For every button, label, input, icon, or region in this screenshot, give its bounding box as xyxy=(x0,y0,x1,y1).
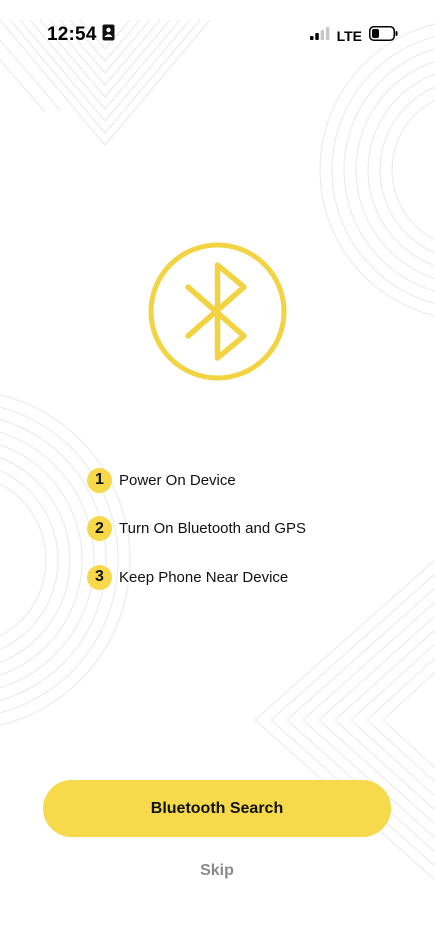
bluetooth-emblem xyxy=(148,242,287,381)
bluetooth-search-label: Bluetooth Search xyxy=(150,799,284,817)
step-label: Turn On Bluetooth and GPS xyxy=(119,520,307,537)
status-indicators: LTE xyxy=(309,26,399,46)
status-time-group: 12:54 xyxy=(47,24,115,46)
status-bar: 12:54 LTE xyxy=(0,0,435,60)
step-item: 1 Power On Device xyxy=(87,466,407,494)
step-item: 3 Keep Phone Near Device xyxy=(87,563,407,591)
contact-card-icon xyxy=(102,24,115,46)
step-label: Power On Device xyxy=(119,471,236,489)
skip-button[interactable]: Skip xyxy=(167,857,267,885)
step-item: 2 Turn On Bluetooth and GPS xyxy=(87,515,407,543)
skip-label: Skip xyxy=(200,862,234,879)
status-time: 12:54 xyxy=(47,24,97,45)
step-label: Keep Phone Near Device xyxy=(119,568,289,586)
step-number-badge: 3 xyxy=(87,564,112,590)
cellular-signal-icon xyxy=(309,27,330,45)
battery-icon xyxy=(369,26,399,46)
bluetooth-search-button[interactable]: Bluetooth Search xyxy=(43,780,391,837)
network-type: LTE xyxy=(336,28,362,44)
step-number-badge: 1 xyxy=(87,467,112,493)
bluetooth-pairing-screen: 12:54 LTE 1 Power On Device 2 Turn On Bl… xyxy=(0,0,435,946)
step-number-badge: 2 xyxy=(87,516,112,541)
instruction-steps: 1 Power On Device 2 Turn On Bluetooth an… xyxy=(87,466,407,612)
bluetooth-icon xyxy=(148,242,287,381)
